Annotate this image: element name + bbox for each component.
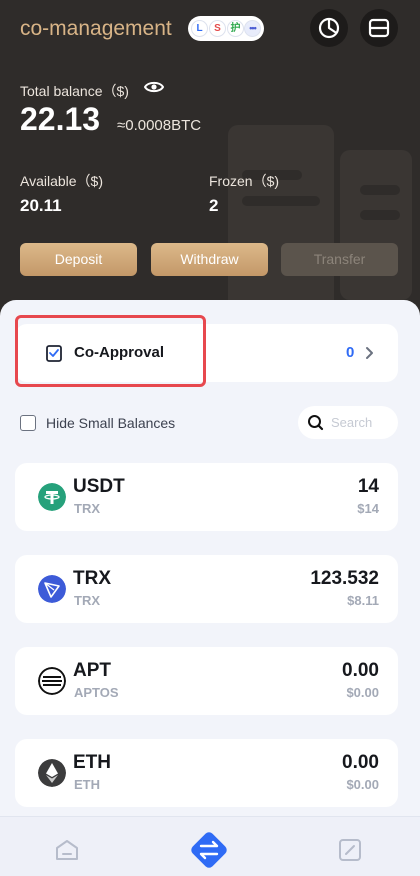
asset-symbol: APT (73, 660, 111, 681)
asset-row-apt[interactable]: APT APTOS 0.00 $0.00 (15, 647, 398, 715)
bottom-nav (0, 816, 420, 876)
wallet-header: co-management L S 护 ••• Total balance（$)… (0, 0, 420, 330)
ethereum-icon (38, 759, 66, 787)
home-icon[interactable] (54, 837, 80, 863)
header-decoration (228, 125, 334, 315)
chain-chip-more: ••• (244, 20, 261, 37)
deposit-button[interactable]: Deposit (20, 243, 137, 276)
edit-icon[interactable] (337, 837, 363, 863)
asset-network: TRX (74, 593, 100, 608)
chain-chips[interactable]: L S 护 ••• (188, 16, 264, 41)
asset-amount: 14 (357, 476, 379, 497)
asset-network: ETH (74, 777, 100, 792)
menu-button[interactable] (360, 9, 398, 47)
transfer-icon[interactable] (186, 827, 232, 873)
asset-row-eth[interactable]: ETH ETH 0.00 $0.00 (15, 739, 398, 807)
history-button[interactable] (310, 9, 348, 47)
available-value: 20.11 (20, 196, 62, 215)
tron-icon (38, 575, 66, 603)
available-label: Available（$) (20, 173, 104, 189)
search-icon (308, 415, 324, 431)
clock-icon (318, 17, 340, 39)
co-approval-count: 0 (346, 344, 355, 361)
frozen-value: 2 (209, 196, 219, 215)
asset-usd-value: $0.00 (346, 777, 379, 792)
asset-network: APTOS (74, 685, 119, 700)
tether-icon (38, 483, 66, 511)
asset-amount: 123.532 (310, 568, 379, 589)
asset-row-trx[interactable]: TRX TRX 123.532 $8.11 (15, 555, 398, 623)
header-decoration (340, 150, 412, 300)
asset-amount: 0.00 (342, 660, 379, 681)
asset-amount: 0.00 (342, 752, 379, 773)
total-balance-label: Total balance（$) (20, 83, 129, 99)
highlight-box (15, 315, 206, 387)
total-balance-value: 22.13 (20, 101, 101, 137)
asset-usd-value: $14 (357, 501, 379, 516)
asset-usd-value: $8.11 (347, 593, 379, 608)
search-placeholder: Search (331, 415, 373, 430)
asset-usd-value: $0.00 (346, 685, 379, 700)
frozen-label: Frozen（$) (209, 173, 280, 189)
chain-chip-s: S (209, 20, 226, 37)
asset-symbol: USDT (73, 476, 125, 497)
hide-small-balances-checkbox[interactable] (20, 415, 36, 431)
hide-small-balances-label[interactable]: Hide Small Balances (46, 415, 175, 431)
wallet-menu-icon (368, 18, 390, 38)
aptos-icon (38, 667, 66, 695)
btc-equivalent: ≈0.0008BTC (117, 117, 202, 134)
withdraw-button[interactable]: Withdraw (151, 243, 268, 276)
asset-network: TRX (74, 501, 100, 516)
asset-symbol: ETH (73, 752, 111, 773)
asset-symbol: TRX (73, 568, 111, 589)
transfer-button[interactable]: Transfer (281, 243, 398, 276)
app-title: co-management (20, 17, 172, 40)
search-box[interactable]: Search (298, 406, 398, 439)
chain-chip-l: L (191, 20, 208, 37)
chain-chip-guard: 护 (227, 20, 244, 37)
asset-row-usdt[interactable]: USDT TRX 14 $14 (15, 463, 398, 531)
chevron-right-icon (366, 347, 373, 359)
eye-icon[interactable] (144, 79, 164, 95)
